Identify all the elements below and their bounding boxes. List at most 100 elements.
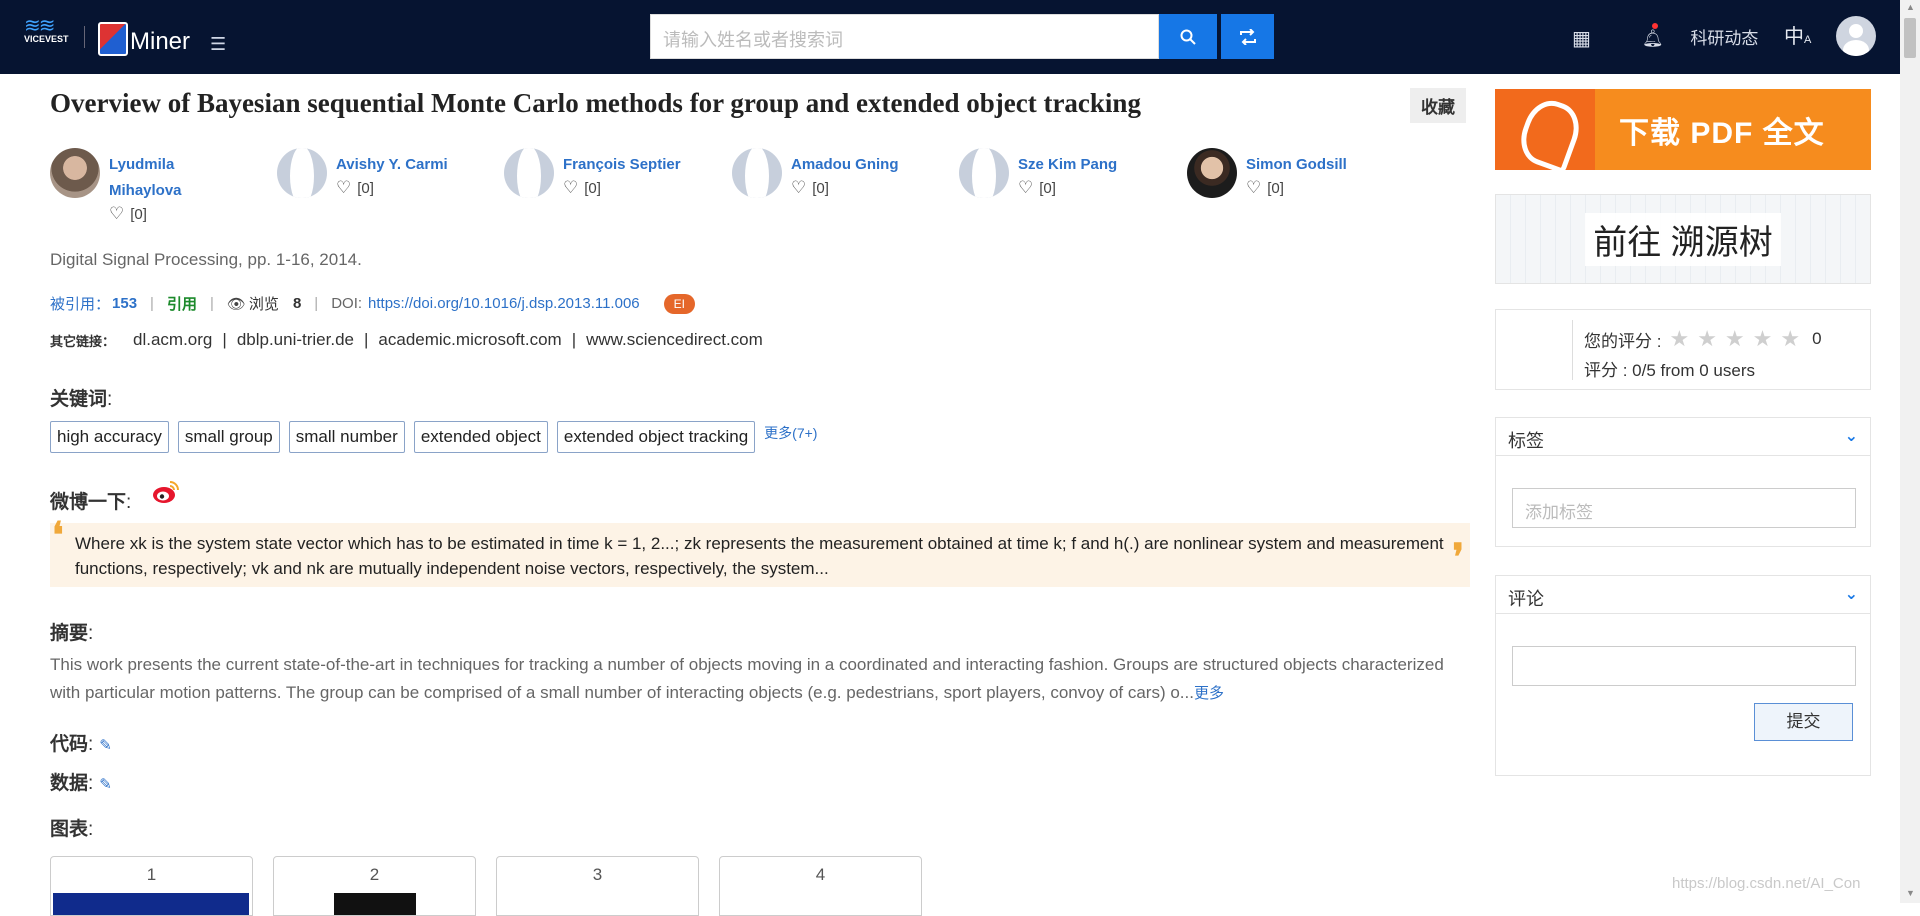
- comments-panel-header[interactable]: 评论 ⌄: [1496, 576, 1870, 614]
- star-icon[interactable]: ★: [1725, 326, 1745, 352]
- trace-tree-button[interactable]: 前往 溯源树: [1495, 194, 1871, 284]
- figure-thumbnail[interactable]: 2: [273, 856, 476, 916]
- page-scrollbar[interactable]: ▲ ▼: [1900, 0, 1920, 903]
- views-count: 8: [292, 295, 302, 312]
- author-name[interactable]: Simon Godsill: [1246, 152, 1396, 178]
- highlight-quote: ❛ Where xk is the system state vector wh…: [50, 517, 1470, 587]
- star-icon[interactable]: ★: [1697, 326, 1717, 352]
- author-name[interactable]: Avishy Y. Carmi: [336, 152, 486, 178]
- figure-thumbnail[interactable]: 3: [496, 856, 699, 916]
- figure-number: 2: [369, 865, 380, 884]
- figure-list: 1 2 3 4: [50, 856, 922, 916]
- figure-image: [334, 893, 416, 915]
- your-rating-label: 您的评分 :: [1584, 331, 1662, 351]
- research-news-link[interactable]: 🔔︎ 科研动态: [1642, 23, 1759, 49]
- weibo-icon[interactable]: [152, 479, 180, 505]
- keyword-tag[interactable]: extended object tracking: [556, 421, 756, 453]
- abstract-body: This work presents the current state-of-…: [50, 655, 1444, 702]
- keyword-tag[interactable]: small group: [177, 421, 280, 453]
- notification-dot: [1652, 23, 1658, 29]
- external-link[interactable]: www.sciencedirect.com: [586, 330, 763, 350]
- star-icon[interactable]: ★: [1753, 326, 1773, 352]
- author-photo-placeholder[interactable]: [504, 148, 554, 198]
- favorite-button[interactable]: 收藏: [1410, 88, 1466, 123]
- aminer-logo-text: Miner: [130, 28, 191, 55]
- keyword-tag[interactable]: small number: [288, 421, 405, 453]
- keyword-tag[interactable]: high accuracy: [50, 421, 169, 453]
- author-name[interactable]: Sze Kim Pang: [1018, 152, 1168, 178]
- author-like[interactable]: ♡ [0]: [1246, 178, 1284, 198]
- swap-search-button[interactable]: [1221, 14, 1274, 59]
- external-link[interactable]: dl.acm.org: [133, 330, 212, 350]
- research-news-label: 科研动态: [1690, 29, 1759, 48]
- views-label: 浏览: [248, 296, 279, 313]
- scroll-down-icon[interactable]: ▼: [1906, 888, 1915, 898]
- search-icon: [1180, 29, 1196, 45]
- author-like[interactable]: ♡ [0]: [336, 178, 374, 198]
- author-photo-placeholder[interactable]: [959, 148, 1009, 198]
- figure-thumbnail[interactable]: 1: [50, 856, 253, 916]
- apps-grid-icon[interactable]: ▦: [1572, 26, 1591, 51]
- author-name[interactable]: Lyudmila Mihaylova: [109, 152, 259, 204]
- abstract-heading: 摘要:: [50, 623, 94, 644]
- bell-icon: 🔔︎: [1642, 29, 1664, 48]
- keyword-tag[interactable]: extended object: [413, 421, 548, 453]
- heart-icon: ♡: [109, 204, 125, 223]
- vicevest-logo-text: VICEVEST: [24, 34, 69, 44]
- search-input[interactable]: 请输入姓名或者搜索词: [650, 14, 1159, 59]
- abstract-text: This work presents the current state-of-…: [50, 651, 1450, 708]
- aminer-logo[interactable]: Miner: [98, 18, 190, 56]
- chevron-down-icon[interactable]: ⌄: [1845, 426, 1858, 446]
- language-icon[interactable]: 中A: [1784, 20, 1811, 49]
- chevron-down-icon[interactable]: ⌄: [1845, 584, 1858, 604]
- pdf-icon: [1495, 89, 1595, 170]
- paper-meta-row: 被引用： 153 | 引用 | 👁︎ 浏览 8 | DOI: https://d…: [50, 293, 695, 314]
- author-list: Lyudmila Mihaylova ♡ [0] Avishy Y. Carmi ♡…: [50, 148, 1450, 248]
- rating-summary: 评分 : 0/5 from 0 users: [1584, 361, 1755, 380]
- keywords-more-link[interactable]: 更多(7+): [764, 423, 817, 443]
- author-like[interactable]: ♡ [0]: [563, 178, 601, 198]
- add-tag-input[interactable]: 添加标签: [1512, 488, 1856, 528]
- comment-input[interactable]: [1512, 646, 1856, 686]
- tags-panel-header[interactable]: 标签 ⌄: [1496, 418, 1870, 456]
- doi-link[interactable]: https://doi.org/10.1016/j.dsp.2013.11.00…: [368, 295, 640, 312]
- edit-icon[interactable]: ✎: [99, 776, 112, 793]
- cited-count[interactable]: 153: [112, 295, 137, 312]
- scroll-thumb[interactable]: [1904, 18, 1916, 58]
- edit-icon[interactable]: ✎: [99, 737, 112, 754]
- divider: |: [364, 330, 369, 349]
- abstract-more-link[interactable]: 更多: [1194, 685, 1224, 702]
- user-avatar-icon[interactable]: [1836, 16, 1876, 56]
- scroll-up-icon[interactable]: ▲: [1906, 2, 1915, 12]
- keywords-heading: 关键词:: [50, 389, 113, 410]
- divider: |: [209, 295, 214, 312]
- aminer-a-icon: [98, 22, 128, 56]
- submit-button[interactable]: 提交: [1754, 703, 1853, 741]
- logo-divider: [84, 26, 85, 48]
- author-photo[interactable]: [50, 148, 100, 198]
- vicevest-logo[interactable]: ≋≋ VICEVEST: [24, 15, 74, 54]
- external-link[interactable]: academic.microsoft.com: [378, 330, 561, 350]
- figure-number: 1: [146, 865, 157, 884]
- author-photo-placeholder[interactable]: [277, 148, 327, 198]
- author-name[interactable]: François Septier: [563, 152, 713, 178]
- search-button[interactable]: [1159, 14, 1217, 59]
- cited-label[interactable]: 被引用：: [50, 293, 110, 314]
- watermark-text: https://blog.csdn.net/AI_Con: [1672, 875, 1861, 892]
- author-card: Simon Godsill ♡ [0]: [1187, 148, 1407, 248]
- cite-button[interactable]: 引用: [167, 293, 197, 314]
- download-pdf-button[interactable]: 下载 PDF 全文: [1495, 89, 1871, 170]
- author-photo[interactable]: [1187, 148, 1237, 198]
- author-photo-placeholder[interactable]: [732, 148, 782, 198]
- author-like[interactable]: ♡ [0]: [791, 178, 829, 198]
- menu-toggle-icon[interactable]: ☰: [210, 34, 226, 55]
- heart-icon: ♡: [563, 178, 579, 197]
- heart-icon: ♡: [336, 178, 352, 197]
- author-like[interactable]: ♡ [0]: [1018, 178, 1056, 198]
- figure-thumbnail[interactable]: 4: [719, 856, 922, 916]
- external-link[interactable]: dblp.uni-trier.de: [237, 330, 354, 350]
- star-icon[interactable]: ★: [1780, 326, 1800, 352]
- author-like[interactable]: ♡ [0]: [109, 204, 147, 224]
- star-icon[interactable]: ★: [1669, 326, 1689, 352]
- author-name[interactable]: Amadou Gning: [791, 152, 941, 178]
